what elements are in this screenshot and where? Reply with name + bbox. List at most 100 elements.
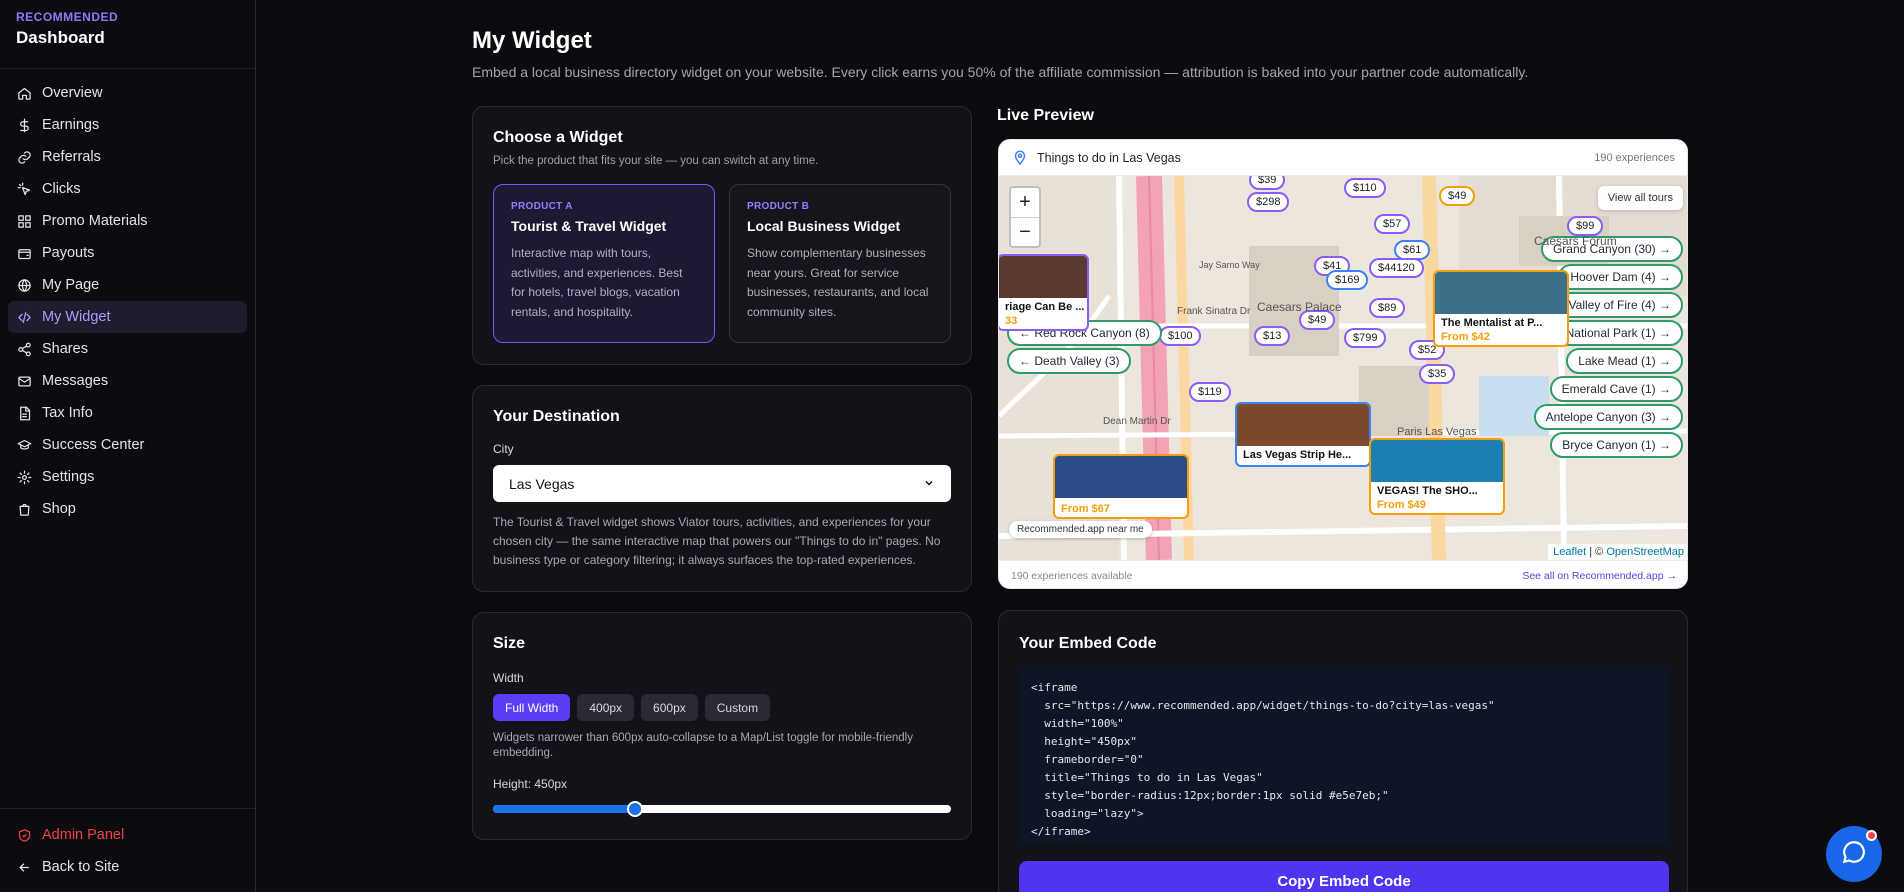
destination-card: Your Destination City Las Vegas The Tour…	[472, 385, 972, 592]
height-label: Height: 450px	[493, 777, 568, 791]
width-option-400px[interactable]: 400px	[577, 694, 635, 721]
admin-panel-link[interactable]: Admin Panel	[8, 819, 247, 851]
price-marker[interactable]: $119	[1189, 382, 1231, 402]
sidebar-item-my-widget[interactable]: My Widget	[8, 301, 247, 333]
widget-preview: Things to do in Las Vegas 190 experience…	[998, 139, 1688, 589]
city-select-value: Las Vegas	[509, 475, 575, 492]
sidebar-item-promo-materials[interactable]: Promo Materials	[8, 205, 247, 237]
tour-card[interactable]: The Mentalist at P... From $42	[1433, 270, 1569, 347]
tour-card[interactable]: From $67	[1053, 454, 1189, 519]
tour-image	[1435, 272, 1567, 314]
product-b-desc: Show complementary businesses near yours…	[747, 246, 929, 319]
see-all-link[interactable]: See all on Recommended.app →	[1522, 570, 1677, 582]
sidebar-item-messages[interactable]: Messages	[8, 365, 247, 397]
size-card: Size Width Full Width 400px 600px Custom Wi…	[472, 612, 972, 840]
tour-name: VEGAS! The SHO...	[1377, 485, 1478, 497]
tour-card[interactable]: Las Vegas Strip He...	[1235, 402, 1371, 467]
destination-chip[interactable]: Hoover Dam (4) →	[1558, 264, 1683, 290]
product-b-option[interactable]: PRODUCT B Local Business Widget Show com…	[729, 184, 951, 343]
price-marker[interactable]: $799	[1344, 328, 1387, 348]
tour-card[interactable]: VEGAS! The SHO... From $49	[1369, 438, 1505, 515]
sidebar-item-overview[interactable]: Overview	[8, 77, 247, 109]
price-marker[interactable]: $99	[1567, 216, 1604, 236]
tour-image	[1055, 456, 1187, 498]
price-marker[interactable]: $100	[1159, 326, 1202, 346]
destination-chip[interactable]: Bryce Canyon (1) →	[1550, 432, 1683, 458]
price-marker[interactable]: $89	[1369, 298, 1406, 318]
gear-icon	[16, 469, 32, 485]
share-icon	[16, 341, 32, 357]
copy-embed-code-button[interactable]: Copy Embed Code	[1019, 861, 1669, 892]
view-all-tours-button[interactable]: View all tours	[1597, 186, 1683, 210]
city-select[interactable]: Las Vegas	[493, 465, 951, 502]
sidebar-item-clicks[interactable]: Clicks	[8, 173, 247, 205]
sidebar-item-label: Overview	[42, 85, 103, 101]
map-label: Frank Sinatra Dr	[1177, 306, 1251, 317]
back-to-site-link[interactable]: Back to Site	[8, 851, 247, 883]
price-marker[interactable]: $49	[1439, 186, 1476, 206]
leaflet-link[interactable]: Leaflet	[1553, 546, 1586, 558]
destination-chip[interactable]: ← Death Valley (3)	[1007, 348, 1132, 374]
zoom-out-button[interactable]: −	[1011, 217, 1039, 246]
width-option-600px[interactable]: 600px	[641, 694, 698, 721]
sidebar-item-shop[interactable]: Shop	[8, 493, 247, 525]
near-me-badge[interactable]: Recommended.app near me	[1009, 521, 1152, 538]
city-label: City	[493, 442, 514, 456]
width-option-full-width[interactable]: Full Width	[493, 694, 571, 721]
zoom-in-button[interactable]: +	[1011, 188, 1039, 217]
size-title: Size	[493, 635, 526, 652]
sidebar-item-label: Success Center	[42, 437, 145, 453]
destination-chip[interactable]: Antelope Canyon (3) →	[1533, 404, 1683, 430]
price-marker[interactable]: $110	[1344, 178, 1386, 198]
product-b-tag: PRODUCT B	[747, 201, 810, 212]
embed-code-block[interactable]: <iframe src="https://www.recommended.app…	[1019, 665, 1669, 845]
live-preview-title: Live Preview	[997, 107, 1094, 124]
sidebar-item-label: Referrals	[42, 149, 101, 165]
product-a-option[interactable]: PRODUCT A Tourist & Travel Widget Intera…	[493, 184, 715, 343]
page-title: My Widget	[472, 27, 592, 54]
tour-image	[1371, 440, 1503, 482]
dollar-icon	[16, 117, 32, 133]
price-marker[interactable]: $61	[1394, 240, 1431, 260]
sidebar-item-tax-info[interactable]: Tax Info	[8, 397, 247, 429]
destination-chip[interactable]: Lake Mead (1) →	[1566, 348, 1683, 374]
width-option-custom[interactable]: Custom	[704, 694, 771, 721]
osm-link[interactable]: OpenStreetMap	[1606, 546, 1684, 558]
sidebar-item-label: Shop	[42, 501, 76, 517]
widget-footer: 190 experiences available See all on Rec…	[999, 560, 1687, 588]
brand: RECOMMENDED Dashboard	[0, 0, 255, 69]
tour-card[interactable]: riage Can Be ... 33	[999, 254, 1089, 331]
sidebar-item-label: Earnings	[42, 117, 100, 133]
sidebar-item-success-center[interactable]: Success Center	[8, 429, 247, 461]
sidebar-item-referrals[interactable]: Referrals	[8, 141, 247, 173]
chat-launcher-button[interactable]	[1826, 826, 1882, 882]
sidebar-item-settings[interactable]: Settings	[8, 461, 247, 493]
graduation-icon	[16, 437, 32, 453]
mail-icon	[16, 373, 32, 389]
widget-count: 190 experiences	[1594, 151, 1675, 164]
price-marker[interactable]: $13	[1254, 326, 1291, 346]
sidebar-bottom: Admin Panel Back to Site	[0, 808, 255, 892]
sidebar-item-earnings[interactable]: Earnings	[8, 109, 247, 141]
sidebar-item-my-page[interactable]: My Page	[8, 269, 247, 301]
price-marker[interactable]: $169	[1326, 270, 1369, 290]
sidebar-item-shares[interactable]: Shares	[8, 333, 247, 365]
tour-price: 33	[1005, 315, 1018, 327]
tour-name: Las Vegas Strip He...	[1243, 449, 1352, 461]
tour-name: The Mentalist at P...	[1441, 317, 1543, 329]
height-slider-thumb[interactable]	[626, 801, 643, 817]
destination-chip[interactable]: Emerald Cave (1) →	[1549, 376, 1683, 402]
price-marker[interactable]: $57	[1374, 214, 1411, 234]
price-marker[interactable]: $44120	[1369, 258, 1424, 278]
product-a-title: Tourist & Travel Widget	[511, 218, 667, 234]
widget-map[interactable]: + − View all tours $39 $298 $110 $49 $57 $61 $…	[999, 176, 1687, 560]
destination-chip[interactable]: Valley of Fire (4) →	[1556, 292, 1683, 318]
price-marker[interactable]: $39	[1249, 176, 1286, 190]
sidebar-item-payouts[interactable]: Payouts	[8, 237, 247, 269]
price-marker[interactable]: $298	[1247, 192, 1290, 212]
price-marker[interactable]: $35	[1419, 364, 1456, 384]
product-b-title: Local Business Widget	[747, 218, 901, 234]
tour-image	[999, 256, 1087, 298]
height-slider[interactable]	[493, 801, 951, 817]
choose-widget-subtitle: Pick the product that fits your site — y…	[493, 155, 819, 167]
